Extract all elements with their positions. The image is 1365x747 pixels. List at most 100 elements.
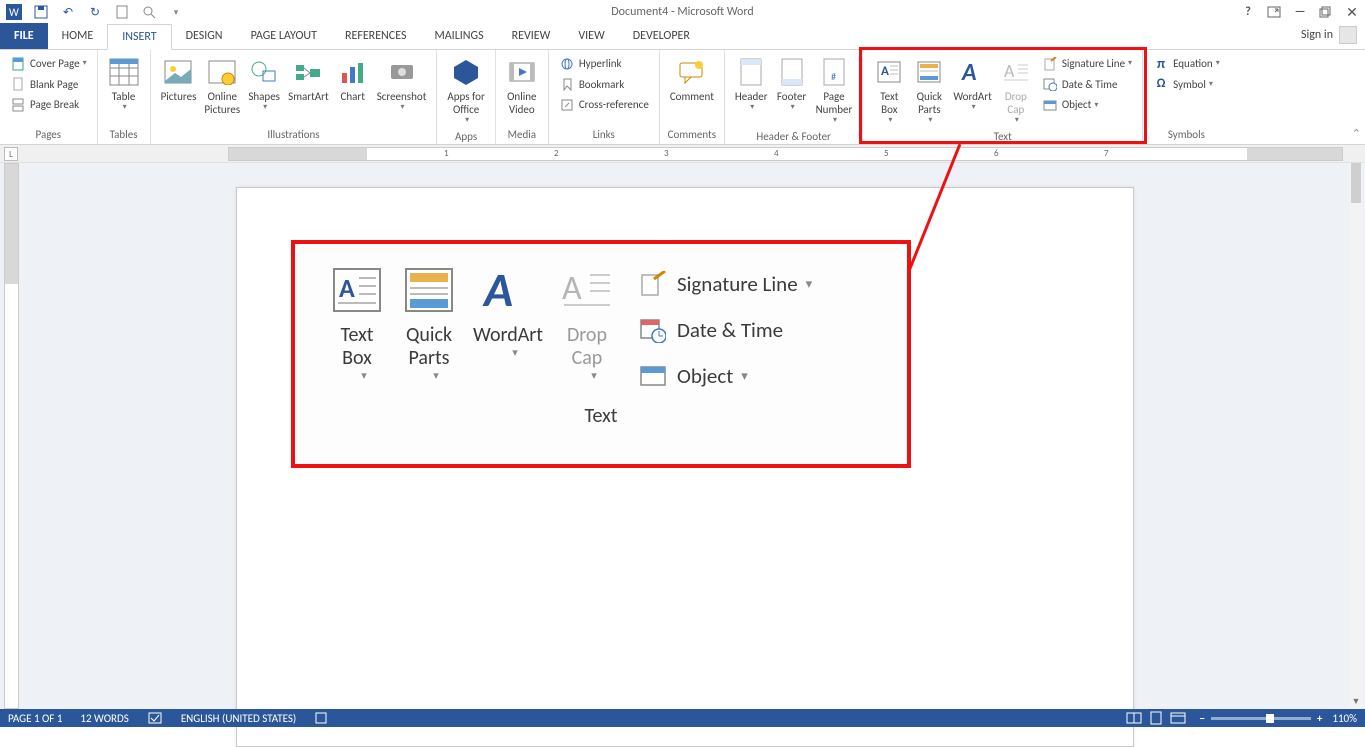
vertical-ruler[interactable] [4,163,19,709]
tab-mailings[interactable]: MAILINGS [420,23,497,49]
cross-reference-button[interactable]: Cross-reference [555,95,653,115]
screenshot-icon [386,56,418,88]
scroll-down-icon[interactable]: ▼ [1349,696,1363,707]
bookmark-button[interactable]: Bookmark [555,75,653,95]
text-box-icon: A [873,56,905,88]
group-text: ATextBox QuickParts AWordArt ADropCap Si… [863,50,1143,144]
group-illustrations-label: Illustrations [157,126,431,144]
symbol-button[interactable]: ΩSymbol [1149,75,1224,95]
hyperlink-button[interactable]: Hyperlink [555,54,653,74]
print-preview-icon[interactable] [141,4,157,20]
object-button[interactable]: Object [1038,95,1136,115]
apps-for-office-button[interactable]: Apps forOffice [443,54,488,128]
page-number-button[interactable]: #PageNumber [812,54,857,128]
zoom-level[interactable]: 110% [1332,712,1357,725]
horizontal-ruler[interactable]: 1 2 3 4 5 6 7 [228,147,1343,161]
ribbon-tabs: FILE HOME INSERT DESIGN PAGE LAYOUT REFE… [0,24,1365,50]
group-pages: Cover Page Blank Page Page Break Pages [0,50,98,144]
tab-insert[interactable]: INSERT [107,24,171,50]
tab-review[interactable]: REVIEW [498,23,565,49]
collapse-ribbon-icon[interactable]: ⌃ [1352,127,1361,140]
zoom-slider[interactable] [1211,717,1311,720]
signature-icon [639,270,667,298]
ribbon-display-icon[interactable] [1267,6,1281,18]
tab-developer[interactable]: DEVELOPER [619,23,704,49]
minimize-icon[interactable]: — [1293,5,1307,19]
tab-file[interactable]: FILE [0,23,48,49]
print-layout-icon[interactable] [1146,711,1166,725]
date-time-button[interactable]: Date & Time [1038,75,1136,95]
save-icon[interactable] [33,4,49,20]
new-doc-icon[interactable] [114,4,130,20]
status-language[interactable]: ENGLISH (UNITED STATES) [181,712,296,725]
sign-in[interactable]: Sign in [1301,26,1357,44]
sign-in-label: Sign in [1301,28,1333,42]
tab-page-layout[interactable]: PAGE LAYOUT [237,23,331,49]
vertical-scrollbar[interactable]: ▲ ▼ [1349,163,1363,709]
text-box-button[interactable]: ATextBox [869,54,909,128]
header-icon [735,56,767,88]
blank-page-button[interactable]: Blank Page [6,75,91,95]
word-icon: W [6,4,22,20]
table-button[interactable]: Table [104,54,144,115]
status-words[interactable]: 12 WORDS [80,712,128,725]
group-illustrations: Pictures OnlinePictures Shapes SmartArt … [151,50,438,144]
quick-parts-icon [401,262,457,318]
signature-line-button[interactable]: Signature Line [1038,54,1136,74]
document-page[interactable]: A TextBox QuickParts A WordArt A DropCap… [236,187,1134,747]
restore-icon[interactable] [1319,6,1333,18]
online-video-button[interactable]: OnlineVideo [502,54,542,118]
chart-button[interactable]: Chart [333,54,373,105]
group-apps: Apps forOffice Apps [437,50,495,144]
tab-references[interactable]: REFERENCES [331,23,421,49]
scroll-thumb[interactable] [1351,163,1361,203]
drop-cap-button[interactable]: ADropCap [996,54,1036,128]
pictures-button[interactable]: Pictures [157,54,201,105]
table-icon [108,56,140,88]
group-tables-label: Tables [104,126,144,144]
macro-icon[interactable] [314,711,328,725]
web-layout-icon[interactable] [1168,711,1188,725]
text-box-icon: A [329,262,385,318]
tab-design[interactable]: DESIGN [172,23,237,49]
group-pages-label: Pages [6,126,91,144]
group-media-label: Media [502,126,542,144]
tab-home[interactable]: HOME [48,23,108,49]
callout-quick-parts: QuickParts [393,262,465,383]
header-button[interactable]: Header [731,54,772,115]
read-mode-icon[interactable] [1124,711,1144,725]
page-break-button[interactable]: Page Break [6,95,91,115]
redo-icon[interactable]: ↻ [87,4,103,20]
drop-cap-icon: A [559,262,615,318]
callout-wordart: A WordArt [465,262,551,360]
help-icon[interactable]: ? [1241,5,1255,19]
screenshot-button[interactable]: Screenshot [373,54,431,115]
callout-object: Object [637,358,814,394]
zoom-out-icon[interactable]: − [1199,712,1204,725]
shapes-button[interactable]: Shapes [244,54,284,115]
svg-text:A: A [482,262,513,318]
equation-button[interactable]: πEquation [1149,54,1224,74]
group-symbols-label: Symbols [1149,126,1224,144]
tab-selector[interactable]: L [4,147,18,161]
group-links: Hyperlink Bookmark Cross-reference Links [549,50,660,144]
wordart-button[interactable]: AWordArt [949,54,995,115]
undo-icon[interactable]: ↶ [60,4,76,20]
footer-button[interactable]: Footer [772,54,812,115]
spellcheck-icon[interactable] [147,711,163,725]
tab-view[interactable]: VIEW [564,23,618,49]
cover-page-icon [10,56,26,72]
comment-button[interactable]: Comment [666,54,718,105]
qat-more-icon[interactable]: ▾ [168,4,184,20]
cover-page-button[interactable]: Cover Page [6,54,91,74]
close-icon[interactable]: ✕ [1345,4,1359,21]
callout-label: Text [321,404,881,428]
online-pictures-button[interactable]: OnlinePictures [200,54,244,118]
group-symbols: πEquation ΩSymbol Symbols [1143,50,1230,144]
status-page[interactable]: PAGE 1 OF 1 [8,712,62,725]
smartart-button[interactable]: SmartArt [284,54,333,105]
ruler: L 1 2 3 4 5 6 7 [0,145,1365,163]
quick-parts-button[interactable]: QuickParts [909,54,949,128]
zoom-in-icon[interactable]: + [1317,712,1322,725]
quick-parts-icon [913,56,945,88]
